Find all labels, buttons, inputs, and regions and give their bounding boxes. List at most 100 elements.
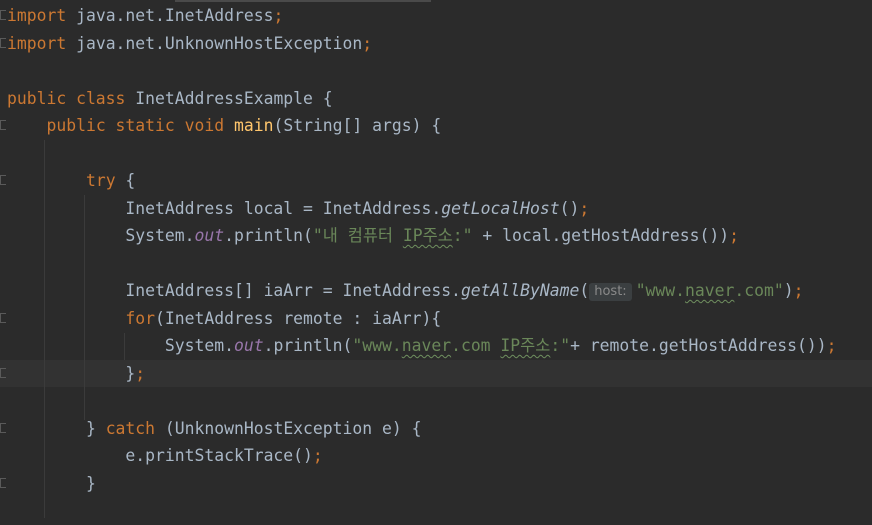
code-line[interactable] (0, 57, 872, 85)
code-line[interactable]: InetAddress[] iaArr = InetAddress.getAll… (0, 277, 872, 305)
code-token: .com" (734, 281, 784, 300)
code-text: }; (7, 360, 145, 388)
code-token: InetAddress[] iaArr = InetAddress. (7, 281, 461, 300)
indent-guide (84, 195, 85, 420)
code-token: getAllByName (460, 281, 580, 300)
code-token: .println( (224, 226, 313, 245)
code-token: java.net.UnknownHostException (66, 33, 363, 53)
code-line[interactable]: System.out.println("www.naver.com IP주소:"… (0, 332, 872, 360)
code-text: InetAddress[] iaArr = InetAddress.getAll… (7, 277, 803, 305)
code-line[interactable]: InetAddress local = InetAddress.getLocal… (0, 195, 872, 223)
code-text: try { (7, 167, 135, 195)
code-line[interactable] (0, 387, 872, 415)
code-line[interactable]: System.out.println("내 컴퓨터 IP주소:" + local… (0, 222, 872, 250)
code-token: "www. (352, 336, 402, 355)
code-token: + local.getHostAddress()) (472, 226, 730, 245)
code-text: } (7, 470, 96, 498)
indent-guide (124, 333, 125, 360)
code-token: } (7, 363, 136, 383)
code-token: for (125, 308, 156, 328)
code-text: import java.net.UnknownHostException; (7, 30, 372, 58)
code-token: System. (7, 336, 234, 355)
code-token: IP주소 (500, 336, 551, 355)
code-token: InetAddressExample { (125, 88, 333, 108)
code-text: public class InetAddressExample { (7, 85, 333, 113)
code-token: java.net.InetAddress (66, 6, 274, 25)
fold-marker-icon[interactable] (0, 477, 6, 488)
code-line[interactable]: } (0, 470, 872, 498)
code-token: ; (362, 33, 373, 53)
fold-marker-icon[interactable] (0, 10, 6, 20)
code-text: System.out.println("www.naver.com IP주소:"… (7, 332, 837, 360)
code-token: getLocalHost (441, 198, 560, 218)
code-text: for(InetAddress remote : iaArr){ (7, 305, 441, 333)
code-token: public static void (46, 116, 225, 135)
code-token: } (7, 418, 106, 438)
fold-marker-icon[interactable] (0, 312, 6, 323)
code-token: main (233, 116, 274, 135)
code-token: ; (273, 6, 284, 25)
code-line[interactable] (0, 250, 872, 278)
code-line[interactable]: public class InetAddressExample { (0, 85, 872, 113)
code-token: (String[] args) { (273, 116, 442, 135)
code-token: { (115, 171, 136, 190)
code-text: e.printStackTrace(); (7, 442, 323, 470)
code-line[interactable]: try { (0, 167, 872, 195)
code-token: out (194, 226, 225, 245)
code-token: naver (685, 281, 735, 300)
code-token: .println( (263, 336, 353, 355)
code-token: + remote.getHostAddress()) (570, 336, 827, 355)
code-token: IP주소 (402, 226, 453, 245)
code-token: ; (826, 336, 837, 355)
code-text: System.out.println("내 컴퓨터 IP주소:" + local… (7, 222, 739, 250)
code-line[interactable]: } catch (UnknownHostException e) { (0, 415, 872, 443)
code-token: e.printStackTrace() (7, 446, 313, 465)
code-token: () (559, 198, 580, 218)
code-token: naver (401, 336, 452, 355)
code-token: :" (452, 226, 473, 245)
code-token: try (85, 171, 116, 190)
code-editor[interactable]: import java.net.InetAddress; import java.… (0, 0, 872, 518)
indent-guide (44, 140, 45, 518)
code-token: InetAddress local = InetAddress. (7, 198, 442, 218)
code-token: ; (729, 226, 739, 245)
code-token: ( (579, 281, 590, 300)
code-text: } catch (UnknownHostException e) { (7, 415, 422, 443)
fold-marker-icon[interactable] (0, 37, 6, 48)
fold-marker-icon[interactable] (0, 120, 6, 130)
parameter-hint: host: (589, 283, 632, 301)
code-token: ; (312, 446, 323, 465)
code-token: ; (135, 363, 146, 383)
code-token: :" (550, 336, 571, 355)
code-token: (InetAddress remote : iaArr){ (155, 308, 442, 328)
code-token: (UnknownHostException e) { (155, 418, 422, 438)
fold-marker-icon[interactable] (0, 367, 6, 378)
code-line[interactable]: for(InetAddress remote : iaArr){ (0, 305, 872, 333)
code-token: out (233, 336, 264, 355)
code-token: public class (7, 88, 126, 108)
code-token: ) (783, 281, 794, 300)
fold-marker-icon[interactable] (0, 422, 6, 433)
fold-marker-icon[interactable] (0, 175, 6, 185)
code-token: ; (579, 198, 590, 218)
code-text: InetAddress local = InetAddress.getLocal… (7, 195, 589, 223)
code-line[interactable] (0, 140, 872, 168)
code-text: import java.net.InetAddress; (7, 2, 283, 30)
code-line[interactable] (0, 497, 872, 525)
code-token: "내 컴퓨터 (312, 226, 403, 245)
code-line[interactable]: }; (0, 359, 872, 388)
code-line[interactable]: import java.net.InetAddress; (0, 2, 872, 30)
code-token: import (7, 6, 67, 25)
code-token: "www. (635, 281, 686, 300)
code-token: import (7, 33, 67, 53)
code-line[interactable]: import java.net.UnknownHostException; (0, 30, 872, 58)
code-token: catch (105, 418, 156, 438)
code-line[interactable]: public static void main(String[] args) { (0, 112, 872, 140)
code-line[interactable]: e.printStackTrace(); (0, 442, 872, 470)
code-token: ; (793, 281, 804, 300)
code-text: public static void main(String[] args) { (7, 112, 441, 140)
